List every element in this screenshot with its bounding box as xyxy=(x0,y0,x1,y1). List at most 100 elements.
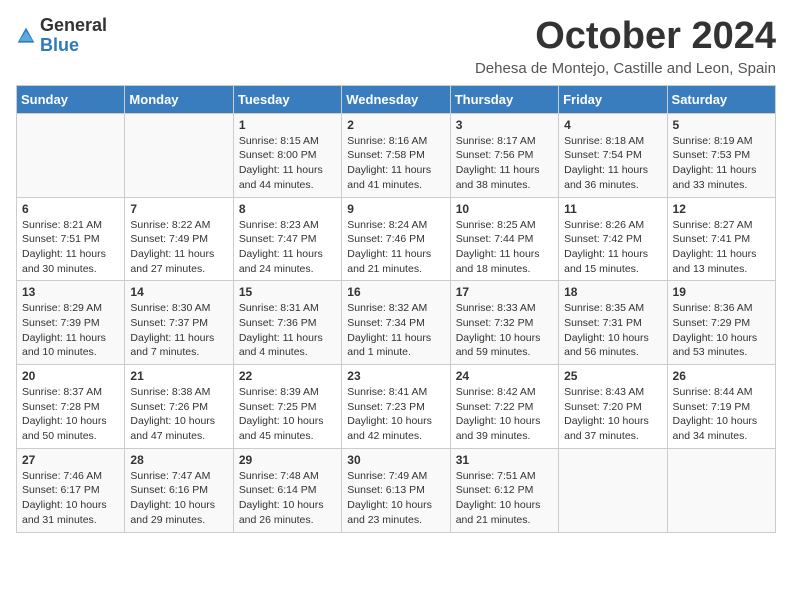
day-number: 30 xyxy=(347,453,444,467)
day-number: 16 xyxy=(347,285,444,299)
logo-blue-text: Blue xyxy=(40,35,79,55)
day-number: 7 xyxy=(130,202,227,216)
day-info: Sunrise: 8:27 AMSunset: 7:41 PMDaylight:… xyxy=(673,218,770,277)
day-info: Sunrise: 8:42 AMSunset: 7:22 PMDaylight:… xyxy=(456,385,553,444)
day-number: 24 xyxy=(456,369,553,383)
calendar-cell: 17 Sunrise: 8:33 AMSunset: 7:32 PMDayligh… xyxy=(450,281,558,365)
calendar-cell: 22 Sunrise: 8:39 AMSunset: 7:25 PMDayligh… xyxy=(233,365,341,449)
calendar-cell xyxy=(17,113,125,197)
calendar-cell: 23 Sunrise: 8:41 AMSunset: 7:23 PMDayligh… xyxy=(342,365,450,449)
day-number: 9 xyxy=(347,202,444,216)
calendar-cell: 19 Sunrise: 8:36 AMSunset: 7:29 PMDayligh… xyxy=(667,281,775,365)
calendar-cell: 14Sunrise: 8:30 AMSunset: 7:37 PMDayligh… xyxy=(125,281,233,365)
day-info: Sunrise: 8:43 AMSunset: 7:20 PMDaylight:… xyxy=(564,385,661,444)
day-info: Sunrise: 8:39 AMSunset: 7:25 PMDaylight:… xyxy=(239,385,336,444)
calendar-week-5: 27 Sunrise: 7:46 AMSunset: 6:17 PMDayligh… xyxy=(17,448,776,532)
calendar-cell: 9 Sunrise: 8:24 AMSunset: 7:46 PMDaylight… xyxy=(342,197,450,281)
calendar-cell: 11 Sunrise: 8:26 AMSunset: 7:42 PMDayligh… xyxy=(559,197,667,281)
day-info: Sunrise: 8:35 AMSunset: 7:31 PMDaylight:… xyxy=(564,301,661,360)
day-number: 27 xyxy=(22,453,119,467)
day-number: 23 xyxy=(347,369,444,383)
day-info: Sunrise: 8:33 AMSunset: 7:32 PMDaylight:… xyxy=(456,301,553,360)
day-info: Sunrise: 8:25 AMSunset: 7:44 PMDaylight:… xyxy=(456,218,553,277)
day-info: Sunrise: 8:24 AMSunset: 7:46 PMDaylight:… xyxy=(347,218,444,277)
calendar-cell: 30 Sunrise: 7:49 AMSunset: 6:13 PMDayligh… xyxy=(342,448,450,532)
col-header-thursday: Thursday xyxy=(450,85,558,113)
day-info: Sunrise: 8:23 AMSunset: 7:47 PMDaylight:… xyxy=(239,218,336,277)
col-header-sunday: Sunday xyxy=(17,85,125,113)
day-number: 18 xyxy=(564,285,661,299)
day-number: 25 xyxy=(564,369,661,383)
calendar-cell: 16 Sunrise: 8:32 AMSunset: 7:34 PMDayligh… xyxy=(342,281,450,365)
calendar-week-2: 6Sunrise: 8:21 AMSunset: 7:51 PMDaylight… xyxy=(17,197,776,281)
calendar-week-3: 13 Sunrise: 8:29 AMSunset: 7:39 PMDayligh… xyxy=(17,281,776,365)
day-number: 21 xyxy=(130,369,227,383)
day-number: 8 xyxy=(239,202,336,216)
day-info: Sunrise: 8:18 AMSunset: 7:54 PMDaylight:… xyxy=(564,134,661,193)
day-number: 19 xyxy=(673,285,770,299)
day-info: Sunrise: 8:41 AMSunset: 7:23 PMDaylight:… xyxy=(347,385,444,444)
calendar-cell: 1Sunrise: 8:15 AMSunset: 8:00 PMDaylight… xyxy=(233,113,341,197)
calendar-week-4: 20 Sunrise: 8:37 AMSunset: 7:28 PMDayligh… xyxy=(17,365,776,449)
day-number: 20 xyxy=(22,369,119,383)
day-info: Sunrise: 8:31 AMSunset: 7:36 PMDaylight:… xyxy=(239,301,336,360)
calendar-cell: 12Sunrise: 8:27 AMSunset: 7:41 PMDayligh… xyxy=(667,197,775,281)
day-number: 13 xyxy=(22,285,119,299)
calendar-cell: 25 Sunrise: 8:43 AMSunset: 7:20 PMDayligh… xyxy=(559,365,667,449)
calendar-cell: 21Sunrise: 8:38 AMSunset: 7:26 PMDayligh… xyxy=(125,365,233,449)
day-number: 4 xyxy=(564,118,661,132)
page-header: General Blue October 2024 Dehesa de Mont… xyxy=(16,16,776,77)
calendar-cell: 20 Sunrise: 8:37 AMSunset: 7:28 PMDayligh… xyxy=(17,365,125,449)
day-info: Sunrise: 8:37 AMSunset: 7:28 PMDaylight:… xyxy=(22,385,119,444)
day-number: 10 xyxy=(456,202,553,216)
day-number: 22 xyxy=(239,369,336,383)
day-number: 3 xyxy=(456,118,553,132)
calendar-cell: 24 Sunrise: 8:42 AMSunset: 7:22 PMDayligh… xyxy=(450,365,558,449)
calendar-cell: 7Sunrise: 8:22 AMSunset: 7:49 PMDaylight… xyxy=(125,197,233,281)
calendar-cell: 10 Sunrise: 8:25 AMSunset: 7:44 PMDayligh… xyxy=(450,197,558,281)
calendar-cell: 5Sunrise: 8:19 AMSunset: 7:53 PMDaylight… xyxy=(667,113,775,197)
calendar-cell: 31 Sunrise: 7:51 AMSunset: 6:12 PMDayligh… xyxy=(450,448,558,532)
calendar-cell: 29Sunrise: 7:48 AMSunset: 6:14 PMDayligh… xyxy=(233,448,341,532)
day-info: Sunrise: 7:51 AMSunset: 6:12 PMDaylight:… xyxy=(456,469,553,528)
day-info: Sunrise: 8:26 AMSunset: 7:42 PMDaylight:… xyxy=(564,218,661,277)
calendar-body: 1Sunrise: 8:15 AMSunset: 8:00 PMDaylight… xyxy=(17,113,776,532)
day-info: Sunrise: 8:36 AMSunset: 7:29 PMDaylight:… xyxy=(673,301,770,360)
calendar-table: SundayMondayTuesdayWednesdayThursdayFrid… xyxy=(16,85,776,533)
calendar-cell: 26Sunrise: 8:44 AMSunset: 7:19 PMDayligh… xyxy=(667,365,775,449)
calendar-cell xyxy=(667,448,775,532)
calendar-cell: 3 Sunrise: 8:17 AMSunset: 7:56 PMDaylight… xyxy=(450,113,558,197)
col-header-monday: Monday xyxy=(125,85,233,113)
day-info: Sunrise: 7:47 AMSunset: 6:16 PMDaylight:… xyxy=(130,469,227,528)
day-info: Sunrise: 8:30 AMSunset: 7:37 PMDaylight:… xyxy=(130,301,227,360)
calendar-cell: 15Sunrise: 8:31 AMSunset: 7:36 PMDayligh… xyxy=(233,281,341,365)
calendar-cell: 2Sunrise: 8:16 AMSunset: 7:58 PMDaylight… xyxy=(342,113,450,197)
calendar-cell: 28 Sunrise: 7:47 AMSunset: 6:16 PMDayligh… xyxy=(125,448,233,532)
day-number: 17 xyxy=(456,285,553,299)
day-number: 11 xyxy=(564,202,661,216)
day-info: Sunrise: 8:17 AMSunset: 7:56 PMDaylight:… xyxy=(456,134,553,193)
col-header-friday: Friday xyxy=(559,85,667,113)
day-info: Sunrise: 7:48 AMSunset: 6:14 PMDaylight:… xyxy=(239,469,336,528)
calendar-cell xyxy=(125,113,233,197)
day-info: Sunrise: 8:15 AMSunset: 8:00 PMDaylight:… xyxy=(239,134,336,193)
day-info: Sunrise: 7:46 AMSunset: 6:17 PMDaylight:… xyxy=(22,469,119,528)
day-info: Sunrise: 8:29 AMSunset: 7:39 PMDaylight:… xyxy=(22,301,119,360)
day-info: Sunrise: 8:16 AMSunset: 7:58 PMDaylight:… xyxy=(347,134,444,193)
day-info: Sunrise: 8:32 AMSunset: 7:34 PMDaylight:… xyxy=(347,301,444,360)
calendar-cell: 13 Sunrise: 8:29 AMSunset: 7:39 PMDayligh… xyxy=(17,281,125,365)
calendar-cell: 27 Sunrise: 7:46 AMSunset: 6:17 PMDayligh… xyxy=(17,448,125,532)
calendar-cell: 4 Sunrise: 8:18 AMSunset: 7:54 PMDaylight… xyxy=(559,113,667,197)
day-number: 28 xyxy=(130,453,227,467)
calendar-header: SundayMondayTuesdayWednesdayThursdayFrid… xyxy=(17,85,776,113)
calendar-cell: 18 Sunrise: 8:35 AMSunset: 7:31 PMDayligh… xyxy=(559,281,667,365)
day-info: Sunrise: 8:21 AMSunset: 7:51 PMDaylight:… xyxy=(22,218,119,277)
calendar-week-1: 1Sunrise: 8:15 AMSunset: 8:00 PMDaylight… xyxy=(17,113,776,197)
logo: General Blue xyxy=(16,16,107,56)
logo-general-text: General xyxy=(40,15,107,35)
day-info: Sunrise: 7:49 AMSunset: 6:13 PMDaylight:… xyxy=(347,469,444,528)
day-number: 31 xyxy=(456,453,553,467)
location-subtitle: Dehesa de Montejo, Castille and Leon, Sp… xyxy=(475,60,776,77)
day-header-row: SundayMondayTuesdayWednesdayThursdayFrid… xyxy=(17,85,776,113)
day-number: 26 xyxy=(673,369,770,383)
